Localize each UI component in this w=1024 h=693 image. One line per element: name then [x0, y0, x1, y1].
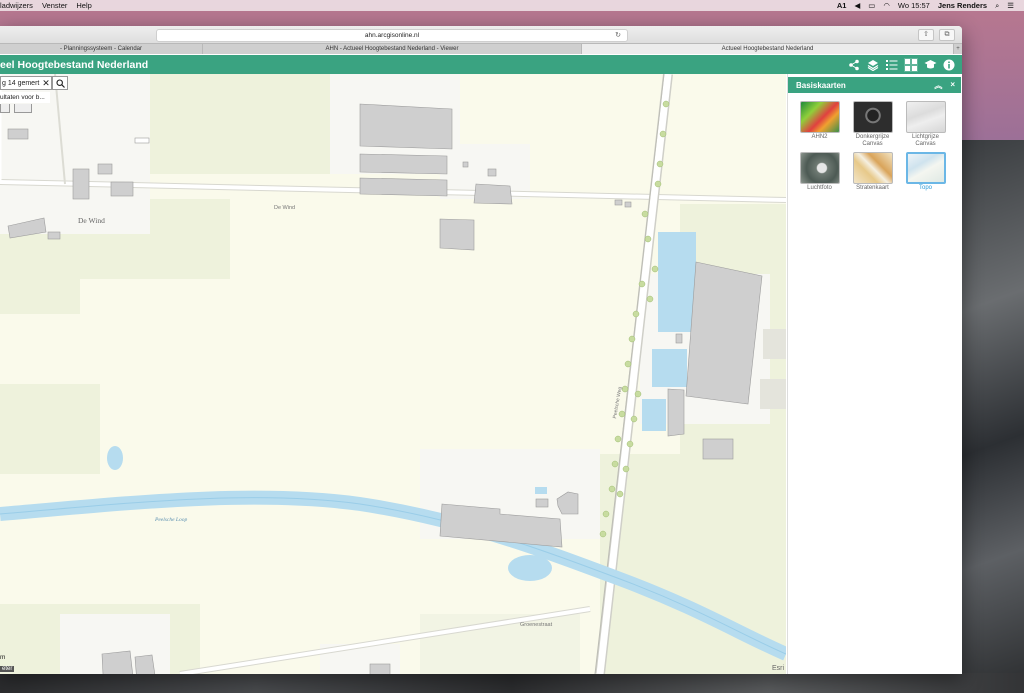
- spotlight-icon[interactable]: ⌕: [995, 1, 999, 11]
- app-header: eel Hoogtebestand Nederland: [0, 55, 962, 74]
- education-icon[interactable]: [923, 58, 937, 72]
- legend-icon[interactable]: [885, 58, 899, 72]
- tab-ahn-viewer[interactable]: AHN - Actueel Hoogtebestand Nederland - …: [203, 44, 582, 54]
- basemap-donkergrijze-canvas[interactable]: Donkergrijze Canvas: [851, 101, 894, 148]
- basemap-label: Luchtfoto: [807, 185, 832, 191]
- tab-bar: - Planningssysteem - Calendar AHN - Actu…: [0, 43, 962, 54]
- zoom-controls: [0, 104, 32, 113]
- tab-label: - Planningssysteem - Calendar: [59, 46, 143, 52]
- reload-icon[interactable]: ↻: [615, 30, 621, 41]
- map-view[interactable]: De Wind De Wind Peelsche Loop Groenestra…: [0, 74, 786, 674]
- basemap-label: AHN2: [811, 134, 828, 140]
- map-label-de-wind-road: De Wind: [274, 205, 296, 211]
- browser-window: ahn.arcgisonline.nl ↻ ⇧ ⧉ - Planningssys…: [0, 26, 962, 674]
- basemap-thumbnail-light-gray: [905, 101, 946, 133]
- basemap-label: Stratenkaart: [856, 185, 889, 191]
- menu-venster[interactable]: Venster: [42, 1, 67, 10]
- tab-calendar[interactable]: - Planningssysteem - Calendar: [0, 44, 203, 54]
- basemap-label: Lichtgrijze Canvas: [911, 134, 939, 147]
- info-icon[interactable]: [942, 58, 956, 72]
- basemap-label: Topo: [918, 185, 932, 191]
- basemap-panel: Basiskaarten ︽ × AHN2 Donkergrijze Canva…: [787, 74, 962, 674]
- map-label-groenestraat: Groenestraat: [520, 622, 553, 628]
- basemap-thumbnail-topo: [905, 152, 946, 184]
- basemap-gallery: AHN2 Donkergrijze Canvas Lichtgrijze Can…: [798, 101, 947, 192]
- basemap-topo[interactable]: Topo: [904, 152, 947, 192]
- basemap-lichtgrijze-canvas[interactable]: Lichtgrijze Canvas: [904, 101, 947, 148]
- menu-bar: ladwijzers Venster Help A1 ◀ ▭ ◠ Wo 15:5…: [0, 0, 1024, 11]
- header-tools: [847, 57, 962, 72]
- basemap-thumbnail-dark-gray: [852, 101, 893, 133]
- zoom-out-button[interactable]: [14, 104, 32, 113]
- desktop-background-bottom: [0, 673, 1024, 693]
- layers-icon[interactable]: [866, 58, 880, 72]
- scale-label: m: [0, 654, 6, 661]
- basemap-gallery-icon[interactable]: [904, 57, 918, 72]
- share-icon[interactable]: [847, 58, 861, 72]
- topo-map: [0, 74, 786, 674]
- close-panel-icon[interactable]: ×: [950, 80, 955, 91]
- search-button[interactable]: [52, 76, 68, 90]
- volume-icon[interactable]: ◀: [854, 1, 860, 10]
- input-source-icon[interactable]: A1: [837, 1, 847, 10]
- scale-bar: eter: [0, 666, 15, 672]
- wifi-icon[interactable]: ◠: [883, 1, 890, 10]
- search-results-link[interactable]: ultaten voor b...: [0, 92, 50, 103]
- share-button[interactable]: ⇧: [918, 29, 934, 41]
- address-bar[interactable]: ahn.arcgisonline.nl ↻: [156, 29, 628, 42]
- basemap-thumbnail-imagery: [799, 152, 840, 184]
- clock[interactable]: Wo 15:57: [898, 1, 930, 10]
- clear-search-icon[interactable]: ✕: [40, 76, 52, 90]
- tab-label: Actueel Hoogtebestand Nederland: [721, 46, 814, 52]
- input-source-label: 1: [842, 1, 847, 10]
- basemap-ahn2[interactable]: AHN2: [798, 101, 841, 148]
- search-input-value: g 14 gemert: [2, 80, 40, 87]
- basemap-label: Donkergrijze Canvas: [855, 134, 890, 147]
- zoom-in-button[interactable]: [0, 104, 10, 113]
- show-tabs-button[interactable]: ⧉: [939, 29, 955, 41]
- esri-attribution[interactable]: Esri: [772, 665, 784, 672]
- panel-header: Basiskaarten ︽ ×: [788, 77, 961, 93]
- tab-actueel-hoogtebestand[interactable]: Actueel Hoogtebestand Nederland: [582, 44, 954, 54]
- user-name[interactable]: Jens Renders: [938, 1, 987, 10]
- battery-icon[interactable]: ▭: [868, 1, 875, 10]
- basemap-thumbnail-ahn2: [799, 101, 840, 133]
- basemap-stratenkaart[interactable]: Stratenkaart: [851, 152, 894, 192]
- panel-title: Basiskaarten: [796, 80, 846, 90]
- app-title: eel Hoogtebestand Nederland: [0, 58, 149, 71]
- basemap-luchtfoto[interactable]: Luchtfoto: [798, 152, 841, 192]
- map-label-river: Peelsche Loop: [155, 517, 188, 523]
- menu-help[interactable]: Help: [76, 1, 91, 10]
- menu-bladwijzers[interactable]: ladwijzers: [0, 1, 33, 10]
- browser-toolbar: ahn.arcgisonline.nl ↻ ⇧ ⧉: [0, 26, 962, 43]
- tab-label: AHN - Actueel Hoogtebestand Nederland - …: [325, 46, 459, 52]
- search-icon: [55, 78, 65, 88]
- new-tab-button[interactable]: +: [954, 44, 962, 54]
- map-label-de-wind: De Wind: [78, 216, 105, 225]
- collapse-panel-icon[interactable]: ︽: [934, 80, 942, 91]
- notification-center-icon[interactable]: ☰: [1007, 1, 1014, 10]
- basemap-thumbnail-streets: [852, 152, 893, 184]
- address-text: ahn.arcgisonline.nl: [364, 32, 420, 39]
- desktop-background-rocks: [960, 140, 1024, 693]
